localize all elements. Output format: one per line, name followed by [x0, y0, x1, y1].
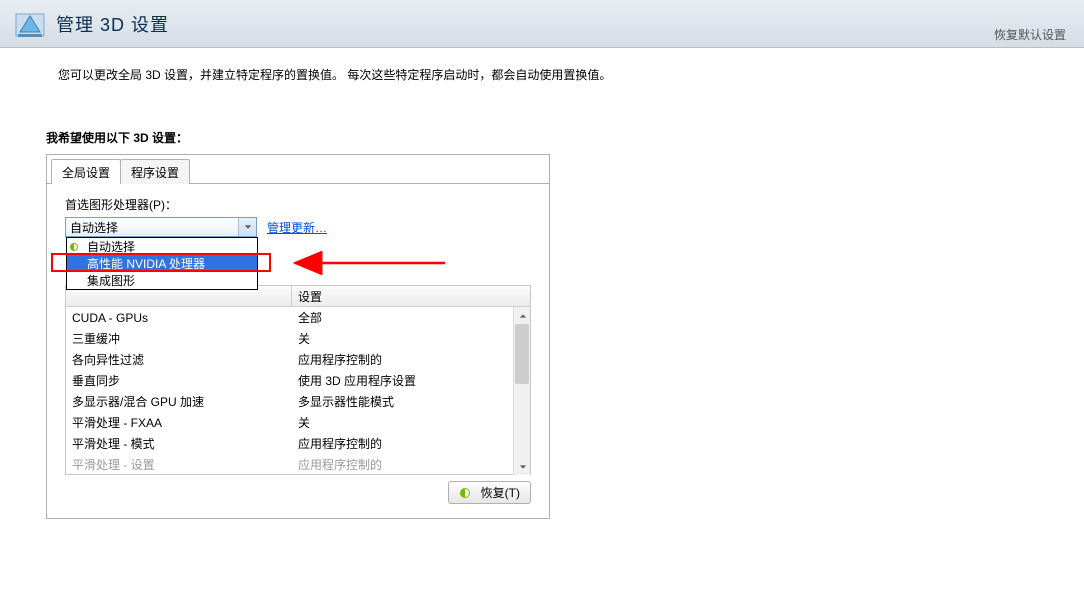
preferred-gpu-combo[interactable]: 自动选择 自动选择 高性能 NVIDIA 处理器 [65, 217, 257, 237]
dropdown-item-label: 自动选择 [87, 238, 135, 255]
section-label: 我希望使用以下 3D 设置： [0, 95, 1084, 146]
setting-cell: 关 [292, 414, 530, 431]
table-row[interactable]: 各向异性过滤应用程序控制的 [66, 349, 530, 370]
table-row[interactable]: 多显示器/混合 GPU 加速多显示器性能模式 [66, 391, 530, 412]
blank-icon [69, 275, 83, 287]
setting-cell: 应用程序控制的 [292, 351, 530, 368]
tab-spacer [189, 159, 545, 184]
header-bar: 管理 3D 设置 恢复默认设置 [0, 0, 1084, 48]
nvidia-icon [69, 241, 83, 253]
restore-button[interactable]: 恢复(T) [448, 481, 531, 504]
restore-defaults-link[interactable]: 恢复默认设置 [994, 26, 1066, 43]
scroll-up-icon[interactable] [514, 307, 530, 324]
preferred-gpu-dropdown: 自动选择 高性能 NVIDIA 处理器 集成图形 [66, 237, 258, 290]
table-row[interactable]: 平滑处理 - 设置应用程序控制的 [66, 454, 530, 475]
table-body: CUDA - GPUs全部三重缓冲关各向异性过滤应用程序控制的垂直同步使用 3D… [66, 307, 530, 475]
feature-cell: 平滑处理 - FXAA [66, 414, 292, 431]
restore-button-row: 恢复(T) [65, 481, 531, 504]
dropdown-item-label: 集成图形 [87, 272, 135, 289]
chevron-down-icon [238, 218, 256, 236]
feature-cell: 三重缓冲 [66, 330, 292, 347]
annotation-arrow-icon [275, 251, 455, 275]
dropdown-item-auto[interactable]: 自动选择 [67, 238, 257, 255]
tab-program[interactable]: 程序设置 [120, 159, 190, 184]
setting-cell: 全部 [292, 309, 530, 326]
dropdown-item-integrated[interactable]: 集成图形 [67, 272, 257, 289]
header-setting[interactable]: 设置 [292, 288, 530, 305]
table-row[interactable]: 平滑处理 - FXAA关 [66, 412, 530, 433]
dropdown-item-nvidia[interactable]: 高性能 NVIDIA 处理器 [67, 255, 257, 272]
preferred-gpu-row: 自动选择 自动选择 高性能 NVIDIA 处理器 [65, 217, 531, 237]
dropdown-item-label: 高性能 NVIDIA 处理器 [87, 255, 205, 272]
table-row[interactable]: CUDA - GPUs全部 [66, 307, 530, 328]
setting-cell: 多显示器性能模式 [292, 393, 530, 410]
scrollbar-thumb[interactable] [515, 324, 529, 384]
feature-cell: CUDA - GPUs [66, 311, 292, 325]
combo-value: 自动选择 [70, 219, 118, 236]
blank-icon [69, 258, 83, 270]
table-row[interactable]: 三重缓冲关 [66, 328, 530, 349]
setting-cell: 应用程序控制的 [292, 456, 530, 473]
settings-panel: 全局设置 程序设置 首选图形处理器(P)： 自动选择 自动选择 [46, 154, 550, 519]
setting-cell: 关 [292, 330, 530, 347]
scrollbar[interactable] [513, 307, 530, 475]
feature-cell: 各向异性过滤 [66, 351, 292, 368]
tab-global[interactable]: 全局设置 [51, 159, 121, 184]
feature-cell: 平滑处理 - 设置 [66, 456, 292, 473]
scroll-down-icon[interactable] [514, 458, 530, 475]
nvidia-3d-icon [14, 8, 46, 40]
feature-cell: 多显示器/混合 GPU 加速 [66, 393, 292, 410]
table-row[interactable]: 平滑处理 - 模式应用程序控制的 [66, 433, 530, 454]
preferred-gpu-label: 首选图形处理器(P)： [65, 196, 531, 213]
page-title: 管理 3D 设置 [56, 11, 169, 37]
feature-cell: 垂直同步 [66, 372, 292, 389]
restore-button-label: 恢复(T) [481, 484, 520, 501]
setting-cell: 应用程序控制的 [292, 435, 530, 452]
description-text: 您可以更改全局 3D 设置，并建立特定程序的置换值。 每次这些特定程序启动时，都… [0, 48, 1084, 95]
manage-updates-link[interactable]: 管理更新… [267, 219, 327, 236]
feature-cell: 平滑处理 - 模式 [66, 435, 292, 452]
table-row[interactable]: 垂直同步使用 3D 应用程序设置 [66, 370, 530, 391]
setting-cell: 使用 3D 应用程序设置 [292, 372, 530, 389]
settings-table: 设置 CUDA - GPUs全部三重缓冲关各向异性过滤应用程序控制的垂直同步使用… [65, 285, 531, 475]
nvidia-icon [459, 487, 475, 499]
tab-content: 首选图形处理器(P)： 自动选择 自动选择 高性能 NVIDI [47, 183, 549, 518]
tab-strip: 全局设置 程序设置 [47, 155, 549, 184]
